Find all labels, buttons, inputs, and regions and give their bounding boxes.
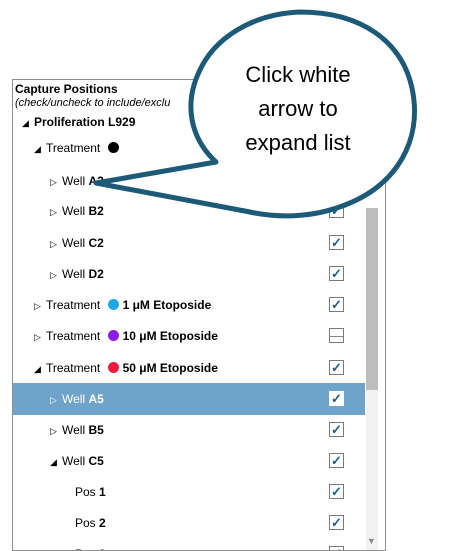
item-prefix: Pos [75,547,99,550]
include-checkbox[interactable]: ✓ [329,546,344,550]
callout-text: Click white arrow to expand list [238,58,358,160]
callout-line-2: arrow to [258,96,338,121]
callout-line-3: expand list [245,130,351,155]
callout-line-1: Click white [245,62,351,87]
callout-bubble [93,9,417,219]
item-name: 3 [99,547,106,550]
